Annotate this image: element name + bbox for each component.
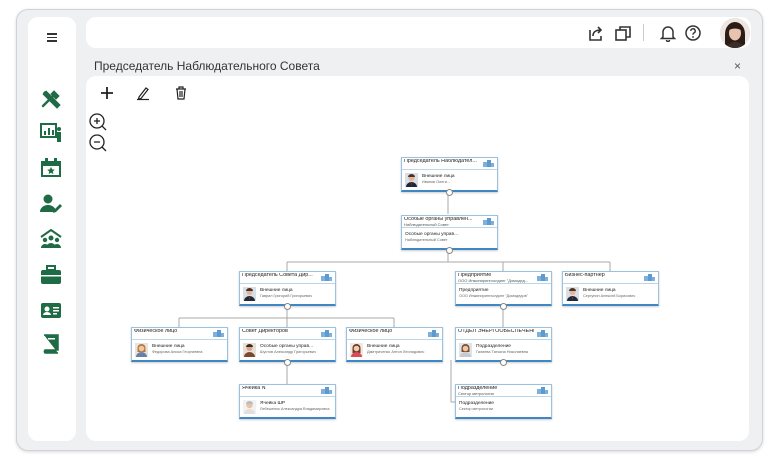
org-node-person: Сектор метрологии (459, 407, 494, 411)
building-icon (428, 330, 439, 337)
org-node-type: Особые органы управ... (260, 344, 314, 349)
org-node-header: Физическое лицо (132, 328, 227, 340)
org-node-type: Внешние лица (367, 344, 400, 349)
org-node-card[interactable]: Физическое лицо Внешние лица Дмитриченко А… (346, 327, 443, 362)
person-photo (566, 287, 579, 301)
org-node-body: Внешние лица Сергунин Алексей Борисович (563, 284, 658, 303)
org-node-card[interactable]: Председатель Наблюдател... Внешние лица Ив… (401, 157, 498, 196)
org-node-title: ОТДЕЛ ЭНЕРГООБЕСПЕЧЕНИЯ (458, 329, 534, 334)
org-node-body: Подразделение Галиева Татьяна Николаевна (456, 340, 551, 359)
building-icon (483, 218, 494, 225)
org-node-header: Совет Директоров (240, 328, 335, 340)
org-node-body: Подразделение Сектор метрологии (456, 397, 551, 416)
expand-toggle[interactable] (500, 303, 507, 310)
building-icon (537, 387, 548, 394)
org-node-body: Ячейка ШР Лебешенок Александра Владимиров… (240, 397, 335, 416)
org-node-card[interactable]: Особые органы управлен... Наблюдательный … (401, 215, 498, 254)
org-node-type: Ячейка ШР (260, 401, 286, 406)
org-node-header: Физическое лицо (347, 328, 442, 340)
org-node-header: Особые органы управлен... Наблюдательный … (402, 216, 497, 228)
org-node-type: Внешние лица (422, 174, 455, 179)
building-icon (644, 274, 655, 281)
org-node-type: Внешние лица (583, 288, 616, 293)
org-node-type: Подразделение (476, 344, 511, 349)
org-node-header: Ячейка N (240, 385, 335, 397)
building-icon (321, 387, 332, 394)
org-node-person: Сергунин Алексей Борисович (583, 294, 636, 298)
person-photo (135, 343, 148, 357)
person-photo (459, 343, 472, 357)
person-photo (405, 173, 418, 187)
org-node-person: Галиева Татьяна Николаевна (476, 350, 529, 354)
building-icon (321, 330, 332, 337)
org-node-body: Особые органы управ... Шустов Александр Г… (240, 340, 335, 359)
org-node-body: Внешние лица Гаврил Григорий Григорьевич (240, 284, 335, 303)
org-node-card[interactable]: Бизнес-партнер Внешние лица Сергунин Алекс… (562, 271, 659, 306)
org-node-title: Физическое лицо (134, 329, 178, 334)
org-node-body: Внешние лица Дмитриченко Антон Леонидович (347, 340, 442, 359)
org-node-title: Ячейка N (242, 386, 266, 391)
building-icon (213, 330, 224, 337)
org-node-title: Совет Директоров (242, 329, 288, 334)
org-node-person: Федорова Алиса Георгиевна (152, 350, 203, 354)
org-node-type: Внешние лица (260, 288, 293, 293)
org-node-title: Физическое лицо (349, 329, 393, 334)
building-icon (321, 274, 332, 281)
org-chart-connectors (178, 193, 611, 403)
org-node-type: Предприятие (459, 288, 489, 293)
org-node-person: Дмитриченко Антон Леонидович (367, 350, 425, 354)
org-node-person: Иванов Олеги... (422, 180, 451, 184)
org-node-person: Лебешенок Александра Владимировна (260, 407, 330, 411)
org-node-header: Председатель Наблюдател... (402, 158, 497, 170)
person-photo (243, 400, 256, 414)
org-node-type: Особые органы управ... (405, 232, 459, 237)
org-node-body: Внешние лица Федорова Алиса Георгиевна (132, 340, 227, 359)
expand-toggle[interactable] (446, 189, 453, 196)
org-node-title: Бизнес-партнер (565, 273, 605, 278)
org-node-person: ООО Инжинирингхолдинг "Домодедов" (459, 294, 528, 298)
org-node-card[interactable]: ОТДЕЛ ЭНЕРГООБЕСПЕЧЕНИЯ Подразделение Гали… (455, 327, 552, 366)
org-node-type: Внешние лица (152, 344, 185, 349)
org-node-header: Бизнес-партнер (563, 272, 658, 284)
person-photo (243, 343, 256, 357)
org-node-card[interactable]: Ячейка N Ячейка ШР Лебешенок Александра Вл… (239, 384, 336, 419)
org-node-subtitle: Наблюдательный Совет (404, 222, 449, 227)
org-node-header: ОТДЕЛ ЭНЕРГООБЕСПЕЧЕНИЯ (456, 328, 551, 340)
org-node-subtitle: Сектор метрологии (458, 391, 494, 396)
org-node-card[interactable]: Совет Директоров Особые органы управ... Шу… (239, 327, 336, 366)
building-icon (537, 274, 548, 281)
org-node-title: Председатель Наблюдател... (404, 159, 477, 164)
org-node-person: Шустов Александр Григорьевич (260, 350, 316, 354)
org-node-person: Гаврил Григорий Григорьевич (260, 294, 313, 298)
org-node-header: Подразделение Сектор метрологии (456, 385, 551, 397)
expand-toggle[interactable] (284, 359, 291, 366)
person-photo (243, 287, 256, 301)
org-node-card[interactable]: Председатель Совета Дир... Внешние лица Га… (239, 271, 336, 310)
building-icon (537, 330, 548, 337)
org-node-card[interactable]: Предприятие ООО Инжинирингхолдинг "Домоде… (455, 271, 552, 310)
expand-toggle[interactable] (284, 303, 291, 310)
building-icon (483, 160, 494, 167)
org-node-body: Предприятие ООО Инжинирингхолдинг "Домоде… (456, 284, 551, 303)
person-photo (350, 343, 363, 357)
org-node-header: Председатель Совета Дир... (240, 272, 335, 284)
org-node-type: Подразделение (459, 401, 494, 406)
org-node-person: Наблюдательный Совет (405, 238, 448, 242)
org-node-body: Особые органы управ... Наблюдательный Сов… (402, 228, 497, 247)
expand-toggle[interactable] (446, 247, 453, 254)
expand-toggle[interactable] (500, 359, 507, 366)
org-node-header: Предприятие ООО Инжинирингхолдинг "Домоде… (456, 272, 551, 284)
org-node-subtitle: ООО Инжинирингхолдинг "Домодед... (458, 278, 529, 283)
org-node-card[interactable]: Подразделение Сектор метрологии Подразделе… (455, 384, 552, 419)
org-node-body: Внешние лица Иванов Олеги... (402, 170, 497, 189)
org-node-title: Председатель Совета Дир... (242, 273, 313, 278)
org-node-card[interactable]: Физическое лицо Внешние лица Федорова Алис… (131, 327, 228, 362)
